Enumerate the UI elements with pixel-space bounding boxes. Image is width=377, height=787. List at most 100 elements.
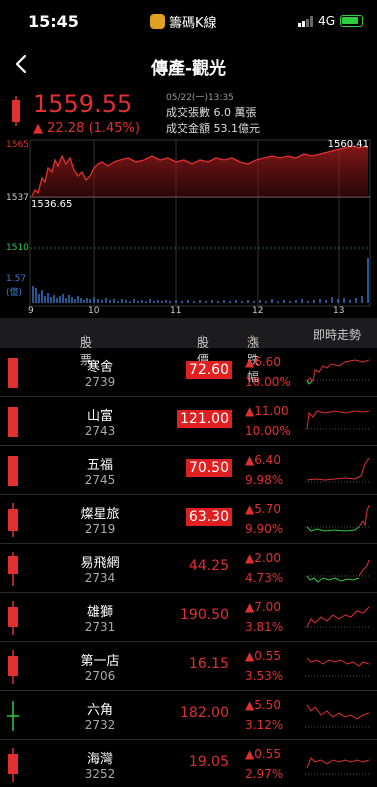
volume-value: 6.0 萬張 [213, 106, 257, 119]
sparkline [305, 606, 371, 628]
intraday-chart-svg [29, 139, 371, 307]
sparkline [305, 504, 371, 532]
page-title: 傳產-觀光 [150, 59, 227, 79]
volume-row: 成交張數 6.0 萬張 [166, 104, 257, 120]
stock-row[interactable]: 第一店 2706 16.15 ▲0.55 3.53% [0, 642, 377, 691]
sparkline [305, 704, 371, 728]
stock-list: 寒舍 2739 72.60 ▲6.60 10.00% 山富 2743 121.0… [0, 348, 377, 787]
status-app: 籌碼K線 [150, 12, 217, 31]
app-icon [150, 14, 165, 29]
sparkline [305, 359, 371, 385]
intraday-chart[interactable]: 1565 1537 1510 1.57 (億) 1560.41 1536.65 … [0, 138, 377, 318]
stock-change: ▲6.60 [245, 355, 281, 369]
candle-icon [8, 456, 18, 486]
sparkline [305, 559, 371, 583]
stock-code: 3252 [84, 767, 116, 781]
stock-name: 寒舍 [86, 360, 113, 375]
candle-icon [8, 552, 18, 586]
x-tick-12: 12 [252, 306, 264, 316]
stock-change-pct: 9.98% [245, 473, 284, 487]
stock-price: 19.05 [188, 754, 229, 770]
stock-row[interactable]: 山富 2743 121.00 ▲11.00 10.00% [0, 397, 377, 446]
candle-icon [8, 601, 18, 635]
candle-icon [8, 358, 18, 388]
x-tick-13: 13 [333, 306, 345, 316]
sparkline [305, 757, 371, 775]
amount-row: 成交金額 53.1億元 [166, 120, 260, 136]
stock-change: ▲5.70 [245, 502, 281, 516]
candle-icon [7, 701, 19, 731]
stock-name: 海灣 [86, 752, 113, 767]
stock-code: 2734 [84, 571, 116, 585]
chart-low-label: 1536.65 [31, 199, 73, 210]
network-label: 4G [318, 14, 335, 28]
stock-row[interactable]: 寒舍 2739 72.60 ▲6.60 10.00% [0, 348, 377, 397]
stock-price: 16.15 [188, 656, 229, 672]
axis-vol-top: 1.57 [6, 274, 27, 284]
stock-change: ▲5.50 [245, 698, 281, 712]
x-tick-10: 10 [88, 306, 100, 316]
axis-y-low: 1510 [6, 243, 29, 253]
axis-vol-unit: (億) [6, 288, 23, 298]
index-candle-icon [12, 96, 20, 126]
candle-icon [8, 748, 18, 782]
stock-code: 2743 [84, 424, 116, 438]
sort-icon: ⇳ [82, 334, 89, 343]
stock-name: 第一店 [80, 654, 120, 669]
stock-name: 山富 [86, 409, 113, 424]
x-tick-9: 9 [28, 306, 34, 316]
stock-name: 五福 [86, 458, 113, 473]
stock-row[interactable]: 易飛網 2734 44.25 ▲2.00 4.73% [0, 544, 377, 593]
stock-change-pct: 10.00% [245, 424, 291, 438]
battery-icon [340, 15, 363, 27]
stock-code: 2739 [84, 375, 116, 389]
stock-price: 121.00 [177, 410, 232, 428]
sort-active-icon: ⇳ [249, 334, 256, 343]
stock-row[interactable]: 雄獅 2731 190.50 ▲7.00 3.81% [0, 593, 377, 642]
stock-name: 六角 [86, 703, 113, 718]
stock-change-pct: 4.73% [245, 571, 284, 585]
stock-price: 72.60 [185, 361, 232, 379]
status-indicators: 4G [298, 14, 363, 28]
stock-change: ▲0.55 [245, 747, 281, 761]
index-change: ▲ 22.28 (1.45%) [33, 121, 140, 136]
stock-change: ▲2.00 [245, 551, 281, 565]
summary-datetime: 05/22(一)13:35 [166, 93, 234, 103]
stock-name: 易飛網 [80, 556, 120, 571]
amount-value: 53.1億元 [213, 122, 261, 135]
stock-code: 2706 [84, 669, 116, 683]
stock-name: 燦星旅 [80, 507, 120, 522]
sparkline [305, 657, 371, 677]
stock-name: 雄獅 [86, 605, 113, 620]
stock-row[interactable]: 燦星旅 2719 63.30 ▲5.70 9.90% [0, 495, 377, 544]
stock-change-pct: 9.90% [245, 522, 284, 536]
stock-price: 44.25 [188, 558, 229, 574]
status-bar: 15:45 籌碼K線 4G [0, 0, 377, 44]
stock-change-pct: 2.97% [245, 767, 284, 781]
volume-label: 成交張數 [166, 106, 210, 119]
table-header: 股票 ⇳ 股價 ⇳ 漲跌幅 ⇳ 即時走勢 [0, 318, 377, 384]
stock-change-pct: 3.53% [245, 669, 284, 683]
axis-y-top: 1565 [6, 140, 29, 150]
stock-price: 182.00 [180, 705, 229, 721]
stock-price: 63.30 [185, 508, 232, 526]
stock-change: ▲7.00 [245, 600, 281, 614]
x-tick-11: 11 [170, 306, 182, 316]
stock-row[interactable]: 六角 2732 182.00 ▲5.50 3.12% [0, 691, 377, 740]
stock-change-pct: 3.12% [245, 718, 284, 732]
stock-row[interactable]: 五福 2745 70.50 ▲6.40 9.98% [0, 446, 377, 495]
volume-bars [32, 258, 369, 303]
stock-row[interactable]: 海灣 3252 19.05 ▲0.55 2.97% [0, 740, 377, 787]
candle-icon [8, 650, 18, 684]
stock-code: 2745 [84, 473, 116, 487]
stock-change: ▲11.00 [245, 404, 289, 418]
sparkline [305, 410, 371, 430]
chart-high-label: 1560.41 [327, 139, 369, 150]
stock-code: 2732 [84, 718, 116, 732]
stock-change-pct: 10.00% [245, 375, 291, 389]
stock-price: 190.50 [180, 607, 229, 623]
col-trend-label: 即時走勢 [313, 328, 362, 342]
axis-y-mid: 1537 [6, 193, 29, 203]
signal-icon [298, 15, 314, 27]
amount-label: 成交金額 [166, 122, 210, 135]
